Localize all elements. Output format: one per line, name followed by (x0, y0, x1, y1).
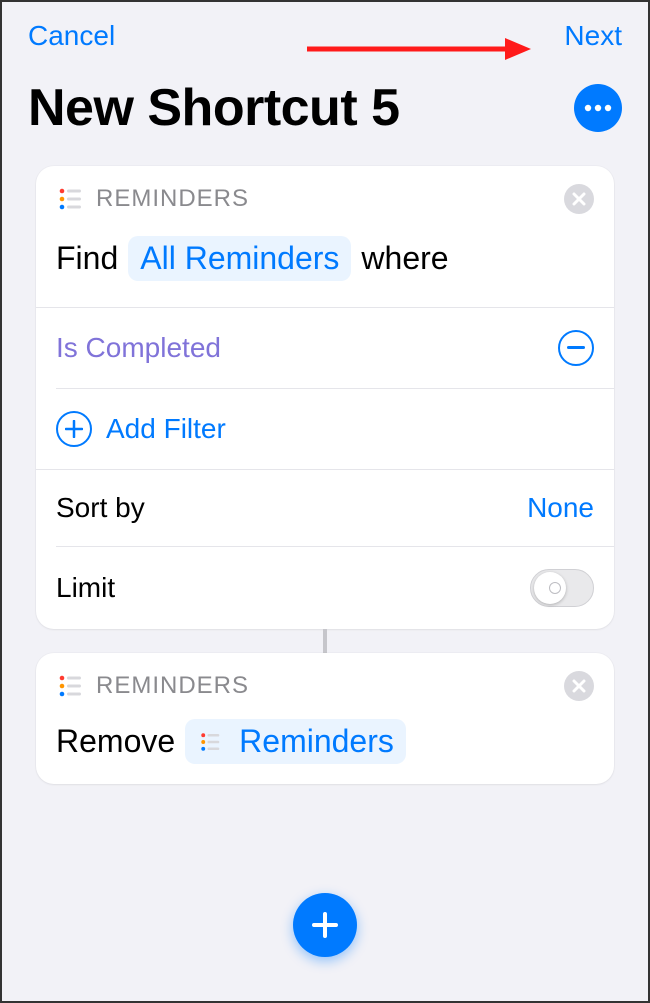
target-token[interactable]: Reminders (185, 719, 406, 764)
action-sentence: Remove Reminders (36, 707, 614, 784)
more-button[interactable] (574, 84, 622, 132)
plus-icon (310, 910, 340, 940)
app-label: REMINDERS (96, 672, 564, 700)
reminders-app-icon (56, 672, 84, 700)
remove-action-button[interactable] (564, 671, 594, 701)
navbar: Cancel Next (2, 2, 648, 60)
limit-toggle[interactable] (530, 569, 594, 607)
app-label: REMINDERS (96, 185, 564, 213)
remove-filter-button[interactable] (558, 330, 594, 366)
ellipsis-icon (584, 104, 612, 112)
plus-circle-icon (56, 411, 92, 447)
sort-by-row[interactable]: Sort by None (36, 470, 614, 546)
action-connector (323, 629, 327, 653)
add-action-button[interactable] (293, 893, 357, 957)
title-row: New Shortcut 5 (2, 60, 648, 166)
verb-text: Remove (56, 723, 175, 760)
close-icon (572, 192, 586, 206)
card-header: REMINDERS (36, 653, 614, 707)
page-title: New Shortcut 5 (28, 78, 400, 138)
limit-row: Limit (36, 547, 614, 629)
reminders-app-icon (56, 185, 84, 213)
next-button[interactable]: Next (564, 20, 622, 52)
scope-token[interactable]: All Reminders (128, 236, 351, 281)
filter-row-is-completed[interactable]: Is Completed (36, 308, 614, 388)
remove-action-button[interactable] (564, 184, 594, 214)
action-card-remove-reminders: REMINDERS Remove (36, 653, 614, 784)
close-icon (572, 679, 586, 693)
minus-icon (567, 346, 585, 350)
reminders-app-icon (197, 729, 223, 755)
card-header: REMINDERS (36, 166, 614, 220)
target-token-label: Reminders (239, 723, 394, 760)
verb-text: Find (56, 240, 118, 277)
add-filter-label: Add Filter (106, 413, 226, 445)
filter-label: Is Completed (56, 332, 558, 364)
sort-by-value[interactable]: None (527, 492, 594, 524)
suffix-text: where (361, 240, 448, 277)
action-card-find-reminders: REMINDERS Find All Reminders where Is Co… (36, 166, 614, 629)
sort-by-label: Sort by (56, 492, 527, 524)
action-sentence: Find All Reminders where (36, 220, 614, 307)
limit-label: Limit (56, 572, 530, 604)
cancel-button[interactable]: Cancel (28, 20, 115, 52)
add-filter-button[interactable]: Add Filter (36, 389, 614, 469)
